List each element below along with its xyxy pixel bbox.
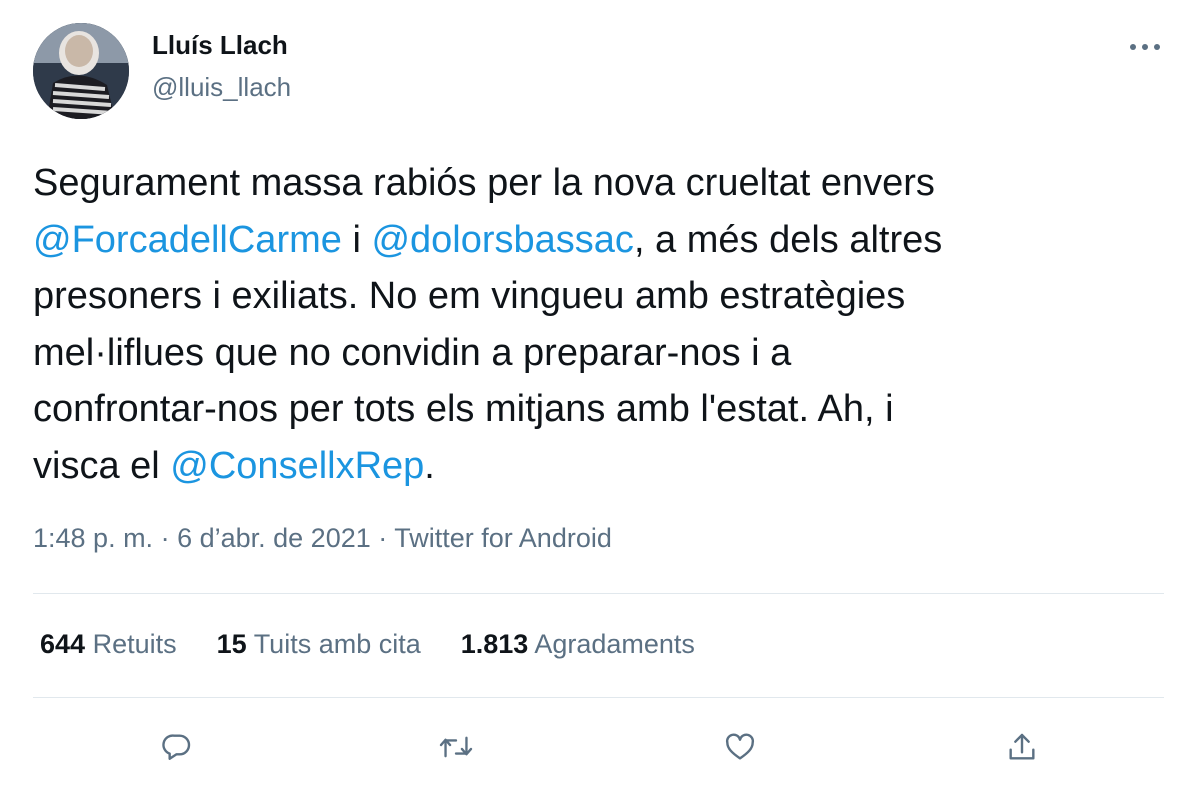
tweet-time[interactable]: 1:48 p. m.: [33, 523, 153, 553]
tweet-text-line: presoners i exiliats. No em vingueu amb …: [33, 268, 1153, 325]
tweet-text-line: Segurament massa rabiós per la nova crue…: [33, 155, 1153, 212]
like-icon: [725, 733, 755, 760]
retweet-icon: [439, 736, 473, 758]
meta-separator: ·: [153, 523, 178, 553]
tweet-text-line: mel·liflues que no convidin a preparar-n…: [33, 325, 1153, 382]
tweet-text-segment: confrontar-nos per tots els mitjans amb …: [33, 388, 894, 430]
tweet-meta: 1:48 p. m. · 6 d’abr. de 2021 · Twitter …: [33, 523, 612, 554]
tweet-text-segment: presoners i exiliats. No em vingueu amb …: [33, 275, 906, 317]
tweet-text: Segurament massa rabiós per la nova crue…: [33, 155, 1153, 494]
more-options-button[interactable]: [1120, 30, 1170, 64]
quotes-count: 15: [216, 629, 247, 659]
retweet-button[interactable]: [433, 724, 479, 770]
tweet-text-line: @ForcadellCarme i @dolorsbassac, a més d…: [33, 212, 1153, 269]
tweet-card: Lluís Llach @lluis_llach Segurament mass…: [0, 0, 1191, 796]
more-icon: [1130, 44, 1160, 50]
tweet-text-line: visca el @ConsellxRep.: [33, 438, 1153, 495]
like-button[interactable]: [717, 724, 763, 770]
tweet-date[interactable]: 6 d’abr. de 2021: [177, 523, 371, 553]
mention-link[interactable]: @dolorsbassac: [371, 219, 633, 261]
retweets-label: Retuits: [92, 629, 177, 659]
tweet-source[interactable]: Twitter for Android: [394, 523, 612, 553]
share-button[interactable]: [999, 724, 1045, 770]
tweet-text-segment: visca el: [33, 444, 171, 487]
tweet-stats: 644 Retuits 15 Tuits amb cita 1.813 Agra…: [40, 629, 735, 660]
avatar[interactable]: [33, 23, 129, 119]
likes-stat[interactable]: 1.813 Agradaments: [461, 629, 695, 660]
divider: [33, 593, 1164, 594]
mention-link[interactable]: @ForcadellCarme: [33, 219, 342, 261]
tweet-text-segment: Segurament massa rabiós per la nova crue…: [33, 162, 935, 204]
quotes-label: Tuits amb cita: [253, 629, 421, 659]
reply-button[interactable]: [154, 724, 200, 770]
quotes-stat[interactable]: 15 Tuits amb cita: [217, 629, 421, 660]
retweets-count: 644: [40, 629, 86, 659]
reply-icon: [162, 734, 191, 760]
tweet-text-segment: .: [424, 444, 435, 487]
tweet-text-line: confrontar-nos per tots els mitjans amb …: [33, 381, 1153, 438]
tweet-text-segment: , a més dels altres: [633, 218, 943, 261]
share-icon: [1009, 733, 1035, 760]
display-name[interactable]: Lluís Llach: [152, 30, 288, 61]
likes-label: Agradaments: [534, 629, 695, 659]
tweet-text-segment: i: [341, 218, 372, 261]
retweets-stat[interactable]: 644 Retuits: [40, 629, 177, 660]
user-handle[interactable]: @lluis_llach: [152, 72, 291, 103]
tweet-text-segment: mel·liflues que no convidin a preparar-n…: [33, 331, 792, 374]
divider: [33, 697, 1164, 698]
meta-separator: ·: [370, 523, 395, 553]
likes-count: 1.813: [460, 629, 529, 659]
avatar-image: [33, 23, 129, 119]
mention-link[interactable]: @ConsellxRep: [170, 445, 424, 487]
